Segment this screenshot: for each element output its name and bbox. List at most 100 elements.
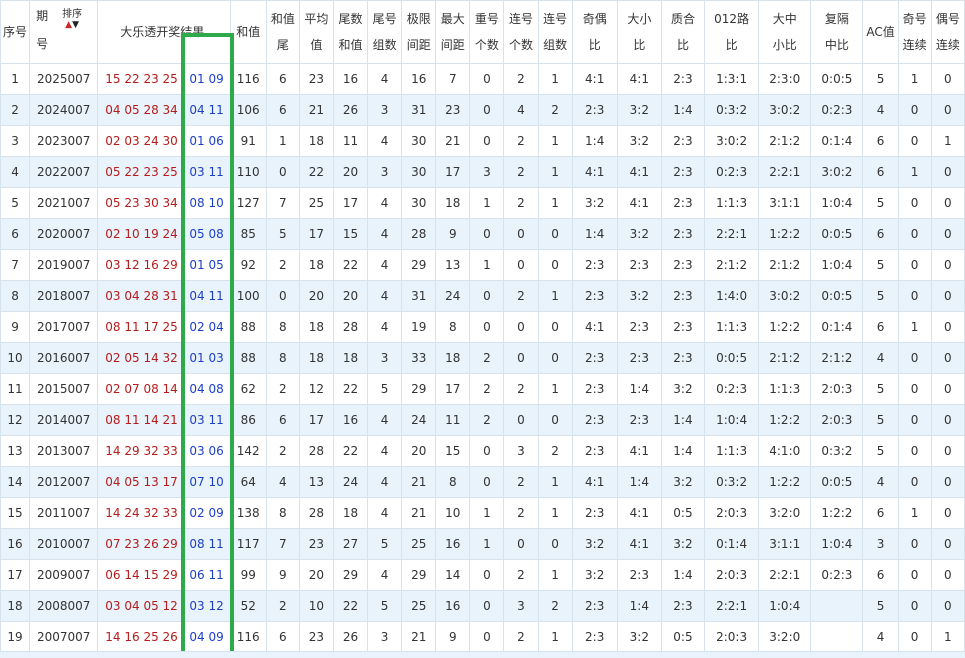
- cell-sum: 110: [229, 156, 267, 188]
- cell-repeat: 0: [469, 590, 505, 622]
- cell-big-small: 2:3: [616, 311, 662, 343]
- cell-period: 2019007: [29, 249, 99, 281]
- cell-ac: 5: [862, 373, 899, 405]
- cell-sum-tail: 9: [265, 559, 300, 591]
- cell-back-numbers: 03 11: [182, 404, 231, 436]
- cell-big-small: 4:1: [616, 156, 662, 188]
- cell-seq: 11: [0, 373, 31, 405]
- header-range: 极限 间距: [401, 0, 437, 64]
- cell-consec: 2: [503, 63, 539, 95]
- cell-even-streak: 0: [930, 497, 965, 529]
- cell-prime-comp: 2:3: [660, 311, 706, 343]
- sort-arrows-icon[interactable]: ▲▼: [65, 20, 79, 30]
- table-row: 7 2019007 03 12 16 29 3 01 05 92 2 18 22 4 29 13 1 0…: [0, 249, 965, 281]
- cell-consec-groups: 2: [537, 94, 573, 126]
- cell-front-numbers: 15 22 23 25 3: [97, 63, 184, 95]
- cell-big-mid-small: 3:1:1: [758, 528, 812, 560]
- cell-ac: 4: [862, 466, 899, 498]
- cell-period: 2020007: [29, 218, 99, 250]
- cell-seq: 3: [0, 125, 31, 157]
- cell-prime-comp: 2:3: [660, 63, 706, 95]
- cell-repeat-mid: 3:0:2: [810, 156, 864, 188]
- cell-seq: 2: [0, 94, 31, 126]
- cell-consec-groups: 0: [537, 218, 573, 250]
- cell-big-small: 4:1: [616, 528, 662, 560]
- cell-seq: 17: [0, 559, 31, 591]
- cell-consec: 2: [503, 621, 539, 653]
- cell-range: 16: [401, 63, 437, 95]
- cell-front-numbers: 14 24 32 33 3: [97, 497, 184, 529]
- header-odd-streak-l1: 奇号: [902, 12, 927, 26]
- table-row: 14 2012007 04 05 13 17 2 07 10 64 4 13 24 4 21 8 0 2…: [0, 466, 965, 498]
- cell-sum-tail: 8: [265, 497, 300, 529]
- cell-sum-tail: 2: [265, 373, 300, 405]
- front-numbers-text: 04 05 13 17 2: [105, 475, 184, 489]
- cell-big-mid-small: 4:1:0: [758, 435, 812, 467]
- cell-odd-even: 2:3: [571, 94, 618, 126]
- cell-avg: 17: [298, 218, 334, 250]
- cell-range: 24: [401, 404, 437, 436]
- cell-tail-sum: 15: [332, 218, 369, 250]
- cell-repeat: 0: [469, 311, 505, 343]
- cell-odd-even: 2:3: [571, 404, 618, 436]
- cell-big-mid-small: 2:2:1: [758, 156, 812, 188]
- cell-sum: 100: [229, 280, 267, 312]
- cell-route012: 0:3:2: [704, 94, 760, 126]
- cell-seq: 6: [0, 218, 31, 250]
- cell-tail-groups: 4: [367, 311, 403, 343]
- cell-seq: 18: [0, 590, 31, 622]
- sort-control[interactable]: 排序 ▲▼: [62, 10, 82, 30]
- cell-consec-groups: 1: [537, 156, 573, 188]
- cell-seq: 5: [0, 187, 31, 219]
- cell-sum-tail: 7: [265, 528, 300, 560]
- cell-route012: 2:1:2: [704, 249, 760, 281]
- cell-max-gap: 8: [435, 311, 471, 343]
- front-numbers-text: 03 12 16 29 3: [105, 258, 184, 272]
- table-row: 11 2015007 02 07 08 14 3 04 08 62 2 12 22 5 29 17 2…: [0, 373, 965, 405]
- header-avg: 平均值: [298, 0, 334, 64]
- cell-route012: 2:0:3: [704, 559, 760, 591]
- cell-tail-groups: 5: [367, 590, 403, 622]
- cell-seq: 4: [0, 156, 31, 188]
- cell-front-numbers: 07 23 26 29 3: [97, 528, 184, 560]
- cell-consec-groups: 1: [537, 187, 573, 219]
- cell-sum-tail: 6: [265, 94, 300, 126]
- cell-range: 33: [401, 342, 437, 374]
- cell-max-gap: 8: [435, 466, 471, 498]
- cell-back-numbers: 01 05: [182, 249, 231, 281]
- header-period[interactable]: 期 号 排序 ▲▼: [29, 0, 99, 64]
- cell-seq: 1: [0, 63, 31, 95]
- cell-consec-groups: 1: [537, 559, 573, 591]
- cell-tail-sum: 20: [332, 280, 369, 312]
- cell-avg: 23: [298, 621, 334, 653]
- cell-odd-streak: 0: [897, 528, 932, 560]
- cell-big-small: 4:1: [616, 435, 662, 467]
- cell-avg: 12: [298, 373, 334, 405]
- cell-sum: 99: [229, 559, 267, 591]
- cell-odd-streak: 1: [897, 311, 932, 343]
- cell-avg: 18: [298, 311, 334, 343]
- cell-tail-sum: 29: [332, 559, 369, 591]
- cell-avg: 18: [298, 249, 334, 281]
- cell-sum: 138: [229, 497, 267, 529]
- cell-even-streak: 0: [930, 63, 965, 95]
- cell-tail-sum: 27: [332, 528, 369, 560]
- cell-sum-tail: 4: [265, 466, 300, 498]
- cell-prime-comp: 2:3: [660, 280, 706, 312]
- cell-prime-comp: 2:3: [660, 249, 706, 281]
- cell-tail-sum: 22: [332, 249, 369, 281]
- cell-consec: 3: [503, 590, 539, 622]
- header-tail-sum: 尾数 和值: [332, 0, 369, 64]
- cell-max-gap: 17: [435, 373, 471, 405]
- cell-route012: 0:1:4: [704, 528, 760, 560]
- cell-back-numbers: 04 11: [182, 94, 231, 126]
- cell-big-mid-small: 1:2:2: [758, 404, 812, 436]
- cell-front-numbers: 02 03 24 30 3: [97, 125, 184, 157]
- lottery-results-table: 序号 期 号 排序 ▲▼ 大乐透开奖结果 和值 和值尾 平均值 尾数 和值 尾号组…: [0, 0, 965, 653]
- front-numbers-text: 02 07 08 14 3: [105, 382, 184, 396]
- cell-period: 2018007: [29, 280, 99, 312]
- cell-range: 29: [401, 249, 437, 281]
- cell-period: 2021007: [29, 187, 99, 219]
- cell-odd-even: 1:4: [571, 218, 618, 250]
- cell-repeat-mid: [810, 590, 864, 622]
